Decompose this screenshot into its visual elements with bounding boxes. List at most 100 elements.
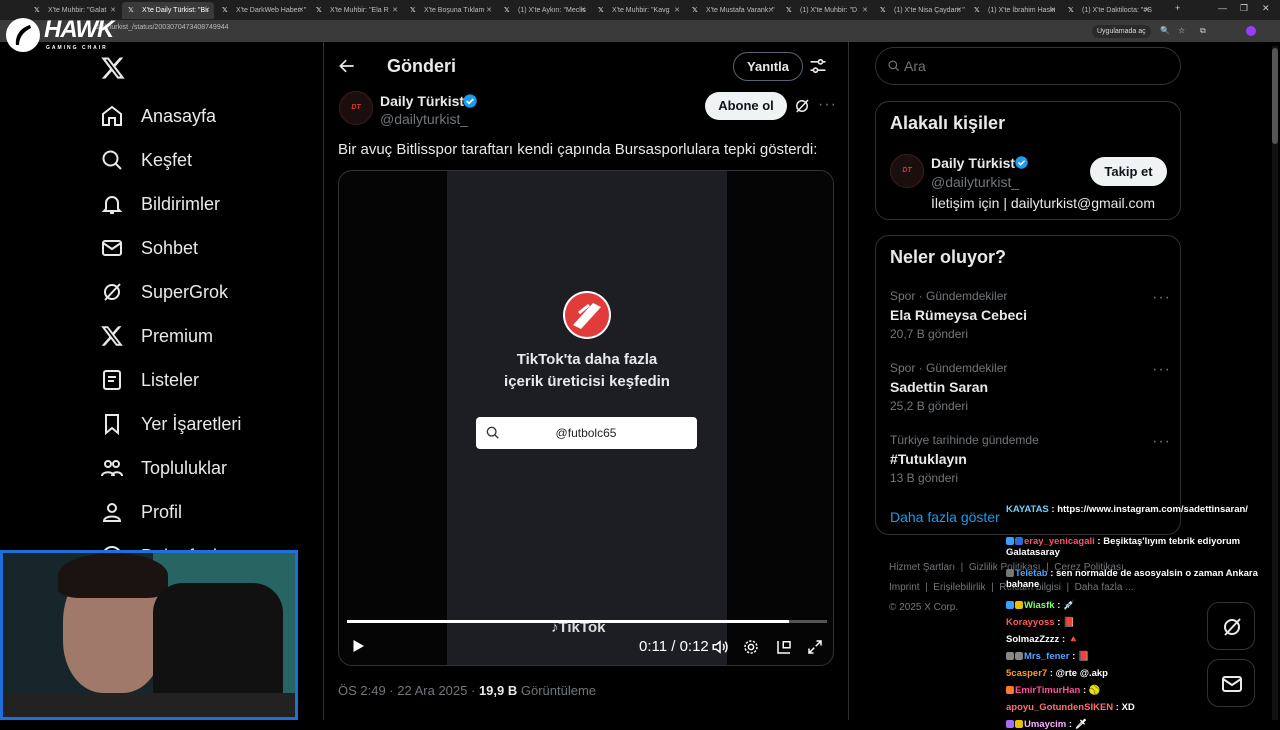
- scrollbar-track[interactable]: [1272, 46, 1278, 720]
- close-tab-icon[interactable]: ✕: [768, 2, 774, 19]
- profile-avatar-icon[interactable]: [1246, 26, 1256, 36]
- browser-tab[interactable]: 𝕏 X'te Mustafa Varank: " ✕: [686, 2, 778, 19]
- back-arrow-icon[interactable]: [337, 56, 357, 81]
- close-tab-icon[interactable]: ✕: [1050, 2, 1056, 19]
- chat-message: eray_yenicagali : Beşiktaş'lıyım tebrik …: [1006, 536, 1258, 558]
- chat-badge-icon: [1006, 720, 1014, 728]
- sidebar-item-communities[interactable]: Topluluklar: [100, 453, 227, 483]
- browser-tab[interactable]: 𝕏 (1) X'te Muhbir: "D ✕: [780, 2, 872, 19]
- chat-username: SolmazZzzz: [1006, 634, 1060, 645]
- follow-button[interactable]: Takip et: [1090, 157, 1167, 186]
- browser-tab-label: X'te Muhbir: "Kavg: [612, 7, 670, 14]
- browser-tab[interactable]: 𝕏 X'te Boşuna Tıklam ✕: [404, 2, 496, 19]
- minimize-icon[interactable]: —: [1218, 3, 1227, 13]
- sidebar-item-profile[interactable]: Profil: [100, 497, 182, 527]
- sidebar-item-label: SuperGrok: [141, 281, 229, 302]
- home-icon: [102, 105, 122, 126]
- video-progress-track[interactable]: [347, 620, 827, 623]
- subscribe-button[interactable]: Abone ol: [705, 92, 787, 120]
- sidebar-item-premium[interactable]: Premium: [100, 321, 213, 351]
- sidebar-item-supergrok[interactable]: SuperGrok: [100, 277, 228, 307]
- search-input[interactable]: [904, 56, 1164, 76]
- trend-more-icon[interactable]: ···: [1152, 289, 1171, 307]
- related-people-card: Alakalı kişiler DT Daily Türkist @dailyt…: [875, 101, 1181, 220]
- star-icon[interactable]: ☆: [1178, 26, 1185, 35]
- play-icon[interactable]: [349, 637, 367, 660]
- trend-category: Spor · Gündemdekiler: [890, 361, 1008, 375]
- scrollbar-thumb[interactable]: [1272, 48, 1278, 144]
- close-tab-icon[interactable]: ✕: [674, 2, 680, 19]
- close-tab-icon[interactable]: ✕: [956, 2, 962, 19]
- communities-icon: [101, 460, 123, 477]
- fullscreen-icon[interactable]: [806, 638, 824, 661]
- sidebar-item-home[interactable]: Anasayfa: [100, 101, 216, 131]
- sliders-icon[interactable]: [808, 56, 828, 81]
- chat-username: Wiasfk: [1024, 600, 1055, 611]
- search-box[interactable]: [875, 47, 1181, 85]
- sidebar-item-lists[interactable]: Listeler: [100, 365, 199, 395]
- show-more-link[interactable]: Daha fazla göster: [890, 509, 1000, 525]
- open-in-app-button[interactable]: Uygulamada aç: [1092, 25, 1151, 38]
- grok-icon: [104, 283, 121, 301]
- related-avatar[interactable]: DT: [890, 154, 924, 188]
- close-tab-icon[interactable]: ✕: [1144, 2, 1150, 19]
- browser-tab[interactable]: 𝕏 X'te Muhbir: "Kavg ✕: [592, 2, 684, 19]
- related-name[interactable]: Daily Türkist: [931, 155, 1015, 171]
- close-tab-icon[interactable]: ✕: [204, 2, 210, 19]
- author-handle[interactable]: @dailyturkist_: [380, 111, 468, 127]
- reply-button[interactable]: Yanıtla: [733, 52, 803, 81]
- browser-tab[interactable]: 𝕏 (1) X'te Aykırı: "Meclis ✕: [498, 2, 590, 19]
- trend-more-icon[interactable]: ···: [1152, 433, 1171, 451]
- x-favicon-icon: 𝕏: [128, 7, 134, 14]
- url-field[interactable]: dailyturkist_/status/2003070473408749944: [95, 24, 229, 31]
- browser-tab[interactable]: 𝕏 X'te Daily Türkist: "Bir ✕: [122, 2, 214, 19]
- zoom-icon[interactable]: 🔍: [1160, 26, 1170, 35]
- tiktok-search-box[interactable]: @futbolc65: [476, 417, 697, 449]
- chat-text: : 📕: [1057, 617, 1075, 628]
- close-tab-icon[interactable]: ✕: [298, 2, 304, 19]
- browser-tab[interactable]: 𝕏 X'te DarkWeb Haber: " ✕: [216, 2, 308, 19]
- settings-gear-icon[interactable]: [742, 638, 760, 661]
- grok-explain-icon[interactable]: [793, 97, 811, 120]
- webcam-overlay: [0, 550, 298, 720]
- promo-line-1: TikTok'ta daha fazla: [516, 351, 658, 368]
- trend-item[interactable]: Spor · Gündemdekiler Sadettin Saran 25,2…: [890, 361, 1170, 413]
- browser-tab[interactable]: 𝕏 (1) X'te İbrahim Haskı ✕: [968, 2, 1060, 19]
- picture-in-picture-icon[interactable]: [775, 638, 793, 661]
- browser-tab[interactable]: 𝕏 (1) X'te Daktilocta: "#S ✕: [1062, 2, 1154, 19]
- sidebar-item-explore[interactable]: Keşfet: [100, 145, 192, 175]
- messages-float-button[interactable]: [1207, 659, 1255, 707]
- sidebar-item-messages[interactable]: Sohbet: [100, 233, 198, 263]
- trend-item[interactable]: Türkiye tarihinde gündemde #Tutuklayın 1…: [890, 433, 1170, 485]
- trend-more-icon[interactable]: ···: [1152, 361, 1171, 379]
- browser-tab[interactable]: 𝕏 (1) X'te Nisa Çaydan: " ✕: [874, 2, 966, 19]
- extensions-icon[interactable]: ⧉: [1200, 26, 1206, 36]
- close-tab-icon[interactable]: ✕: [862, 2, 868, 19]
- close-icon[interactable]: ✕: [1262, 3, 1270, 14]
- related-handle[interactable]: @dailyturkist_: [931, 174, 1019, 190]
- volume-icon[interactable]: [711, 638, 729, 661]
- footer-link[interactable]: Hizmet Şartları: [889, 562, 955, 573]
- grok-float-button[interactable]: [1207, 602, 1255, 650]
- author-avatar[interactable]: DT: [339, 91, 373, 125]
- close-tab-icon[interactable]: ✕: [486, 2, 492, 19]
- sidebar-item-notifications[interactable]: Bildirimler: [100, 189, 220, 219]
- sidebar-item-bookmarks[interactable]: Yer İşaretleri: [100, 409, 241, 439]
- chat-text: : 🥎: [1082, 685, 1101, 696]
- trend-item[interactable]: Spor · Gündemdekiler Ela Rümeysa Cebeci …: [890, 289, 1170, 341]
- footer-link[interactable]: Erişilebilirlik: [933, 582, 985, 593]
- views-count: 19,9 B: [478, 683, 518, 698]
- x-home-logo-icon[interactable]: [100, 55, 126, 86]
- browser-tab[interactable]: 𝕏 X'te Muhbir: "Ela R ✕: [310, 2, 402, 19]
- author-name[interactable]: Daily Türkist: [380, 93, 464, 109]
- footer-link[interactable]: Imprint: [889, 582, 920, 593]
- restore-icon[interactable]: ❐: [1240, 3, 1248, 14]
- chat-badge-icon: [1006, 537, 1014, 545]
- chat-text: : 🗡: [1068, 719, 1087, 730]
- post-timestamp: ÖS 2:49 · 22 Ara 2025 ·: [338, 683, 476, 698]
- close-tab-icon[interactable]: ✕: [392, 2, 398, 19]
- new-tab-button[interactable]: +: [1175, 3, 1180, 13]
- video-player[interactable]: TikTok'ta daha fazla içerik üreticisi ke…: [338, 170, 834, 666]
- post-more-icon[interactable]: ···: [818, 96, 837, 114]
- close-tab-icon[interactable]: ✕: [580, 2, 586, 19]
